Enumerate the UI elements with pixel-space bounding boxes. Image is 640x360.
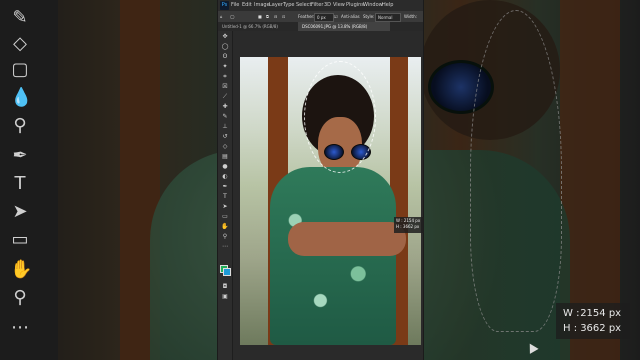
antialias-label: Anti-alias: [341, 14, 360, 19]
menu-layer[interactable]: Layer: [269, 2, 283, 8]
selection-height: H : 3662 px: [396, 224, 420, 229]
background-color-swatch[interactable]: [223, 268, 231, 276]
rectangle-icon[interactable]: ▭: [10, 230, 30, 250]
zoom-icon[interactable]: ⚲: [221, 233, 229, 241]
readout-width-row: W : 2154 px: [563, 307, 621, 320]
menu-file[interactable]: File: [231, 2, 239, 8]
canvas-photo[interactable]: [240, 57, 421, 345]
zoom-icon[interactable]: ⚲: [10, 288, 30, 308]
pen-icon[interactable]: ✒: [221, 183, 229, 191]
menu-image[interactable]: Image: [254, 2, 270, 8]
screen-mode-icon[interactable]: ▣: [221, 293, 229, 301]
eraser-icon[interactable]: ◇: [221, 143, 229, 151]
more-icon[interactable]: ⋯: [221, 243, 229, 251]
menu-help[interactable]: Help: [382, 2, 393, 8]
style-label: Style:: [363, 14, 375, 19]
menu-window[interactable]: Window: [363, 2, 383, 8]
photo-crossed-arms: [288, 222, 406, 256]
more-icon[interactable]: ⋯: [10, 318, 30, 338]
hand-icon[interactable]: ✋: [221, 223, 229, 231]
readout-height-value: 3662 px: [580, 323, 622, 334]
readout-width-value: 2154 px: [580, 308, 622, 319]
style-select[interactable]: Normal: [375, 13, 401, 22]
spot-heal-icon[interactable]: ✚: [221, 103, 229, 111]
add-selection-icon[interactable]: ⧉: [266, 14, 269, 19]
tools-panel: ✥ ◯ ʘ ✦ ⌗ ☒ ⟋ ✚ ✎ ⊥ ↺ ◇ ▤ ● ◐ ✒ T ➤ ▭ ✋ …: [218, 31, 233, 360]
rectangle-icon[interactable]: ▭: [221, 213, 229, 221]
marquee-tool-icon[interactable]: ◯: [230, 14, 234, 19]
width-label: Width:: [404, 14, 417, 19]
marquee-icon[interactable]: ◯: [221, 43, 229, 51]
menu-type[interactable]: Type: [283, 2, 294, 8]
blur-icon[interactable]: 💧: [10, 88, 32, 108]
quick-select-icon[interactable]: ✦: [221, 63, 229, 71]
type-icon[interactable]: T: [221, 193, 229, 201]
readout-height-row: H : 3662 px: [563, 322, 621, 335]
path-select-icon[interactable]: ➤: [10, 202, 30, 222]
tab-untitled[interactable]: Untitled-1 @ 66.7% (RGB/8): [218, 22, 302, 31]
selection-outline: [304, 61, 376, 173]
history-brush-icon[interactable]: ↺: [221, 133, 229, 141]
feather-label: Feather:: [298, 14, 315, 19]
intersect-selection-icon[interactable]: ⊡: [282, 14, 285, 19]
zoomed-toolbar: ✎ ◇ ▢ 💧 ⚲ ✒ T ➤ ▭ ✋ ⚲ ⋯: [0, 0, 58, 360]
frame-icon[interactable]: ☒: [221, 83, 229, 91]
menu-bar: Ps File Edit Image Layer Type Select Fil…: [218, 0, 423, 11]
brush-icon[interactable]: ✎: [10, 8, 30, 28]
hand-icon[interactable]: ✋: [10, 260, 32, 280]
stamp-icon[interactable]: ⊥: [221, 123, 229, 131]
readout-width-label: W :: [563, 308, 580, 319]
selection-size-tooltip: W : 2154 px H : 3662 px: [394, 217, 424, 233]
gradient-icon[interactable]: ▤: [221, 153, 229, 161]
path-select-icon[interactable]: ➤: [221, 203, 229, 211]
quick-mask-icon[interactable]: ◘: [221, 283, 229, 291]
type-icon[interactable]: T: [10, 174, 30, 194]
menu-filter[interactable]: Filter: [311, 2, 323, 8]
blur-icon[interactable]: ●: [221, 163, 229, 171]
menu-plugins[interactable]: Plugins: [346, 2, 364, 8]
tab-dsc06091[interactable]: DSC06091.JPG @ 13.8% (RGB/8): [298, 22, 390, 31]
pen-icon[interactable]: ✒: [10, 146, 30, 166]
photo-shirt: [270, 167, 396, 345]
brush-icon[interactable]: ✎: [221, 113, 229, 121]
move-icon[interactable]: ✥: [221, 33, 229, 41]
document-tabs: Untitled-1 @ 66.7% (RGB/8) DSC06091.JPG …: [218, 22, 423, 31]
lasso-icon[interactable]: ʘ: [221, 53, 229, 61]
selection-size-readout: W : 2154 px H : 3662 px: [556, 303, 630, 339]
crop-icon[interactable]: ⌗: [221, 73, 229, 81]
home-icon[interactable]: ⌂: [220, 14, 223, 19]
menu-edit[interactable]: Edit: [242, 2, 252, 8]
menu-3d[interactable]: 3D: [324, 2, 331, 8]
eyedropper-icon[interactable]: ⟋: [221, 93, 229, 101]
ps-logo: Ps: [220, 1, 229, 10]
eraser-icon[interactable]: ◇: [10, 34, 30, 54]
subtract-selection-icon[interactable]: ⊟: [274, 14, 277, 19]
feather-input[interactable]: 0 px: [314, 13, 334, 22]
readout-height-label: H :: [563, 323, 578, 334]
gradient-icon[interactable]: ▢: [10, 60, 30, 80]
dodge-icon[interactable]: ◐: [221, 173, 229, 181]
new-selection-icon[interactable]: ■: [258, 14, 262, 19]
antialias-checkbox[interactable]: ☑: [334, 14, 338, 19]
menu-select[interactable]: Select: [296, 2, 311, 8]
dodge-icon[interactable]: ⚲: [10, 116, 30, 136]
menu-view[interactable]: View: [333, 2, 345, 8]
